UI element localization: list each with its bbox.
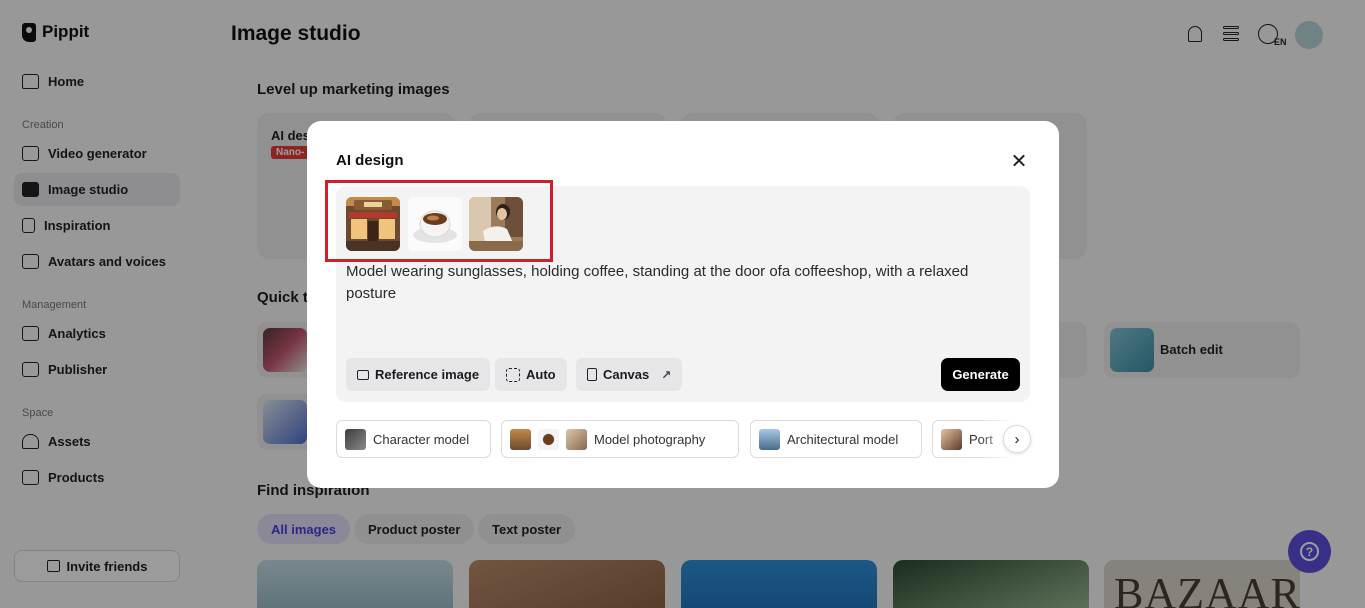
template-thumbnail (566, 428, 587, 450)
ai-design-modal: AI design Model wearing sunglasses, hold… (307, 121, 1059, 488)
template-architectural-model[interactable]: Architectural model (750, 420, 922, 458)
template-label: Character model (373, 431, 470, 447)
template-thumbnail (510, 428, 531, 450)
reference-image-label: Reference image (375, 367, 480, 382)
external-link-icon: ↗ (661, 367, 672, 382)
woman-portrait-image (469, 197, 523, 251)
chevron-right-icon[interactable]: › (1003, 425, 1031, 453)
canvas-button[interactable]: Canvas ↗ (576, 358, 683, 391)
canvas-label: Canvas (603, 367, 650, 382)
reference-image-coffee[interactable] (408, 197, 462, 251)
coffee-cup-image (408, 197, 462, 251)
reference-image-button[interactable]: Reference image (346, 358, 491, 391)
template-thumbnail (759, 428, 780, 450)
prompt-editor[interactable]: Model wearing sunglasses, holding coffee… (325, 180, 1030, 402)
template-label: Model photography (594, 431, 706, 447)
prompt-text[interactable]: Model wearing sunglasses, holding coffee… (346, 261, 1006, 305)
reference-image-cafe[interactable] (346, 197, 400, 251)
template-label: Architectural model (787, 431, 899, 447)
template-model-photography[interactable]: Model photography (501, 420, 739, 458)
template-thumbnail (538, 428, 559, 450)
template-thumbnail (345, 428, 366, 450)
template-thumbnail (941, 428, 962, 450)
template-character-model[interactable]: Character model (336, 420, 491, 458)
cafe-storefront-image (346, 197, 400, 251)
canvas-icon (587, 368, 597, 381)
auto-label: Auto (526, 367, 556, 382)
aspect-ratio-icon (506, 367, 520, 382)
reference-image-woman[interactable] (469, 197, 523, 251)
modal-title: AI design (336, 152, 404, 169)
close-icon[interactable] (1009, 151, 1029, 171)
auto-button[interactable]: Auto (495, 358, 567, 391)
generate-button[interactable]: Generate (941, 358, 1020, 391)
image-icon (357, 369, 369, 380)
